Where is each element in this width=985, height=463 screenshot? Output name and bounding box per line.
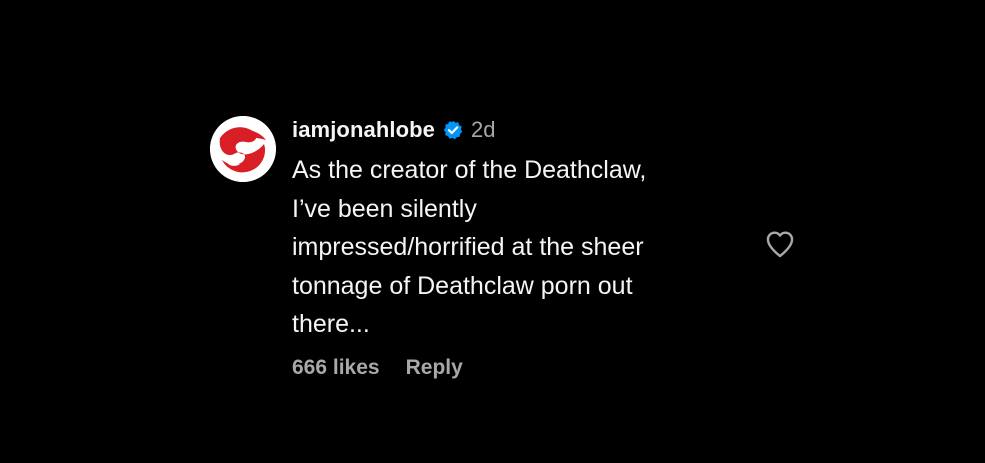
likes-count[interactable]: 666 likes (292, 356, 380, 380)
verified-badge-icon (443, 120, 463, 140)
comment-text: As the creator of the Deathclaw, I’ve be… (292, 156, 647, 338)
avatar[interactable] (210, 116, 276, 182)
heart-outline-icon (766, 231, 794, 258)
comment: iamjonahlobe 2d As the creator of the De… (210, 113, 810, 393)
comment-body: iamjonahlobe 2d As the creator of the De… (292, 113, 722, 380)
comment-actions: 666 likes Reply (292, 356, 722, 380)
comment-age: 2d (471, 117, 496, 142)
red-swirl-logo-icon (210, 116, 276, 182)
like-button[interactable] (763, 227, 797, 261)
comment-header: iamjonahlobe 2d (292, 113, 722, 147)
username-link[interactable]: iamjonahlobe (292, 117, 435, 143)
reply-button[interactable]: Reply (406, 356, 463, 380)
